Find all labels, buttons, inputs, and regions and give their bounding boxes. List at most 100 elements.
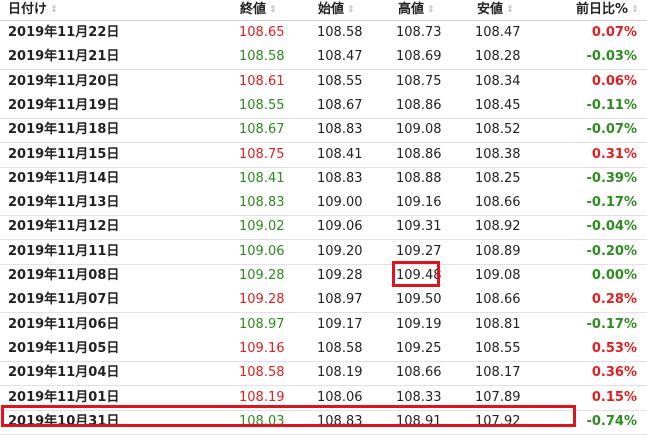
low-cell: 108.45 [475, 97, 521, 113]
close-cell: 109.06 [239, 243, 285, 259]
close-cell: 108.65 [239, 25, 285, 40]
low-cell: 108.66 [475, 195, 521, 211]
header-date[interactable]: 日付け ⇕ [8, 0, 58, 20]
table-row: 2019年11月12日 109.02 109.06 109.31 108.92 -0.04… [0, 215, 647, 241]
open-cell: 109.06 [317, 219, 363, 235]
date-cell: 2019年11月01日 [8, 389, 120, 405]
open-cell: 108.58 [317, 340, 363, 356]
high-cell: 109.50 [396, 292, 442, 308]
close-cell: 108.03 [239, 413, 285, 429]
date-cell: 2019年11月20日 [8, 73, 120, 89]
close-cell: 108.55 [239, 97, 285, 113]
sort-icon: ⇕ [427, 5, 435, 15]
open-cell: 109.00 [317, 195, 363, 211]
high-cell: 109.27 [396, 243, 442, 259]
close-cell: 108.19 [239, 389, 285, 405]
header-low[interactable]: 安値 ⇕ [477, 0, 514, 20]
high-cell: 109.16 [396, 195, 442, 211]
close-cell: 108.61 [239, 73, 285, 89]
high-cell: 109.25 [396, 340, 442, 356]
high-cell: 108.86 [396, 146, 442, 162]
sort-icon: ⇕ [506, 5, 514, 15]
change-cell: 0.07% [591, 25, 637, 40]
close-cell: 108.41 [239, 170, 285, 186]
high-cell: 108.66 [396, 365, 442, 381]
sort-icon: ⇕ [631, 5, 639, 15]
date-cell: 2019年11月07日 [8, 292, 120, 308]
open-cell: 108.58 [317, 25, 363, 40]
sort-icon: ⇕ [347, 5, 355, 15]
low-cell: 108.28 [475, 49, 521, 65]
date-cell: 2019年11月06日 [8, 316, 120, 332]
table-row: 2019年11月19日 108.55 108.67 108.86 108.45 -0.11… [0, 93, 647, 119]
change-cell: -0.20% [586, 243, 638, 259]
table-row: 2019年11月01日 108.19 108.06 108.33 107.89 0.15% [0, 385, 647, 411]
change-cell: -0.07% [586, 122, 638, 138]
open-cell: 109.17 [317, 316, 363, 332]
table-row: 2019年11月05日 109.16 108.58 109.25 108.55 0.53% [0, 336, 647, 362]
table-row: 2019年11月15日 108.75 108.41 108.86 108.38 0.31% [0, 142, 647, 168]
table-row: 2019年11月20日 108.61 108.55 108.75 108.34 0.06% [0, 70, 647, 95]
high-cell: 108.88 [396, 170, 442, 186]
header-open[interactable]: 始値 ⇕ [318, 0, 355, 20]
date-cell: 2019年11月22日 [8, 25, 120, 40]
low-cell: 108.55 [475, 340, 521, 356]
header-change[interactable]: 前日比% ⇕ [576, 0, 639, 20]
header-close[interactable]: 終値 ⇕ [240, 0, 277, 20]
change-cell: -0.04% [586, 219, 638, 235]
table-row: 2019年11月06日 108.97 109.17 109.19 108.81 -0.17… [0, 313, 647, 338]
high-cell: 109.31 [396, 219, 442, 235]
close-cell: 108.75 [239, 146, 285, 162]
close-cell: 109.16 [239, 340, 285, 356]
low-cell: 108.52 [475, 122, 521, 138]
table-row: 2019年11月21日 108.58 108.47 108.69 108.28 -0.03… [0, 45, 647, 71]
low-cell: 108.47 [475, 25, 521, 40]
low-cell: 108.92 [475, 219, 521, 235]
close-cell: 108.97 [239, 316, 285, 332]
high-cell: 108.69 [396, 49, 442, 65]
change-cell: 0.31% [591, 146, 637, 162]
high-cell: 108.91 [396, 413, 442, 429]
date-cell: 2019年11月18日 [8, 122, 120, 138]
close-cell: 109.02 [239, 219, 285, 235]
high-cell: 109.19 [396, 316, 442, 332]
close-cell: 108.83 [239, 195, 285, 211]
sort-icon: ⇕ [269, 5, 277, 15]
open-cell: 108.83 [317, 170, 363, 186]
close-cell: 108.58 [239, 49, 285, 65]
change-cell: 0.28% [591, 292, 637, 308]
change-cell: 0.15% [591, 389, 637, 405]
date-cell: 2019年11月11日 [8, 243, 120, 259]
open-cell: 108.67 [317, 97, 363, 113]
low-cell: 108.38 [475, 146, 521, 162]
open-cell: 109.20 [317, 243, 363, 259]
header-high[interactable]: 高値 ⇕ [398, 0, 435, 20]
table-row: 2019年10月31日 108.03 108.83 108.91 107.92 -0.74… [0, 410, 647, 435]
open-cell: 109.28 [317, 268, 363, 283]
date-cell: 2019年11月12日 [8, 219, 120, 235]
change-cell: 0.00% [591, 268, 637, 283]
header-open-label: 始値 [318, 2, 345, 17]
close-cell: 108.58 [239, 365, 285, 381]
low-cell: 108.89 [475, 243, 521, 259]
table-row: 2019年11月18日 108.67 108.83 109.08 108.52 -0.07… [0, 118, 647, 144]
table-header: 日付け ⇕ 終値 ⇕ 始値 ⇕ 高値 ⇕ 安値 ⇕ 前日比% ⇕ [0, 0, 647, 21]
date-cell: 2019年11月21日 [8, 49, 120, 65]
date-cell: 2019年11月04日 [8, 365, 120, 381]
change-cell: 0.06% [591, 73, 637, 89]
high-cell: 108.73 [396, 25, 442, 40]
change-cell: -0.11% [586, 97, 638, 113]
change-cell: -0.03% [586, 49, 638, 65]
header-low-label: 安値 [477, 2, 504, 17]
date-cell: 2019年11月15日 [8, 146, 120, 162]
table-row: 2019年11月08日 109.28 109.28 109.48 109.08 0.00% [0, 264, 647, 289]
open-cell: 108.41 [317, 146, 363, 162]
open-cell: 108.19 [317, 365, 363, 381]
low-cell: 107.89 [475, 389, 521, 405]
close-cell: 108.67 [239, 122, 285, 138]
open-cell: 108.55 [317, 73, 363, 89]
close-cell: 109.28 [239, 292, 285, 308]
header-date-label: 日付け [8, 2, 48, 17]
high-cell: 109.08 [396, 122, 442, 138]
table-row: 2019年11月11日 109.06 109.20 109.27 108.89 -0.20… [0, 239, 647, 265]
